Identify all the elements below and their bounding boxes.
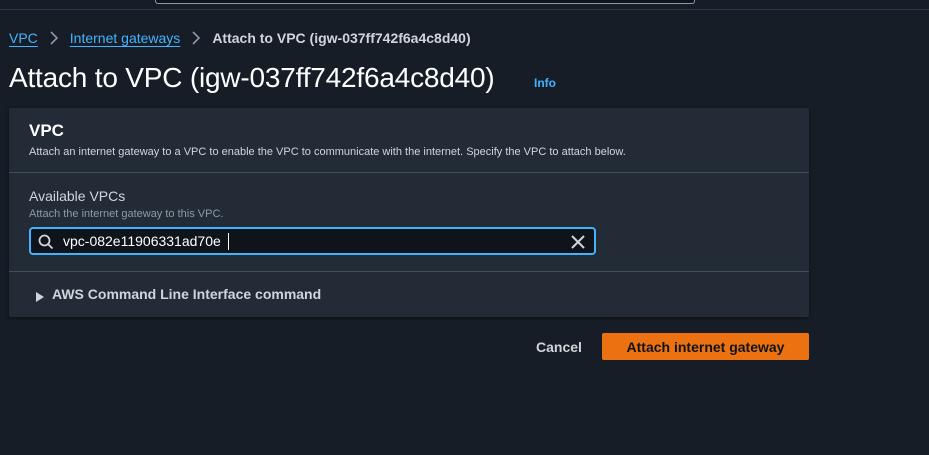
cli-command-expander[interactable]: AWS Command Line Interface command <box>9 272 809 316</box>
breadcrumb: VPC Internet gateways Attach to VPC (igw… <box>9 29 471 47</box>
panel-description: Attach an internet gateway to a VPC to e… <box>29 146 626 158</box>
attach-internet-gateway-button[interactable]: Attach internet gateway <box>602 333 809 360</box>
text-cursor <box>228 233 229 250</box>
breadcrumb-current: Attach to VPC (igw-037ff742f6a4c8d40) <box>212 30 471 46</box>
global-search-input[interactable] <box>155 0 695 4</box>
search-icon <box>38 234 54 250</box>
cli-command-label: AWS Command Line Interface command <box>52 286 322 302</box>
chevron-right-icon <box>38 29 70 47</box>
available-vpcs-label: Available VPCs <box>29 188 126 204</box>
breadcrumb-internet-gateways-link[interactable]: Internet gateways <box>70 30 181 46</box>
cancel-button[interactable]: Cancel <box>526 333 592 360</box>
vpc-search-input[interactable]: vpc-082e11906331ad70e <box>63 233 563 249</box>
top-navigation-bar <box>0 0 929 10</box>
panel-title: VPC <box>29 121 64 140</box>
vpc-search-field[interactable]: vpc-082e11906331ad70e <box>29 227 596 255</box>
page-title: Attach to VPC (igw-037ff742f6a4c8d40) <box>9 62 495 93</box>
divider <box>9 172 809 173</box>
panel-header: VPC Attach an internet gateway to a VPC … <box>9 108 809 172</box>
vpc-panel: VPC Attach an internet gateway to a VPC … <box>9 108 809 317</box>
close-icon[interactable] <box>570 234 586 250</box>
available-vpcs-hint: Attach the internet gateway to this VPC. <box>29 208 224 220</box>
breadcrumb-vpc-link[interactable]: VPC <box>9 30 38 46</box>
info-link[interactable]: Info <box>534 76 556 90</box>
chevron-right-icon <box>180 29 212 47</box>
caret-right-icon <box>35 289 45 302</box>
